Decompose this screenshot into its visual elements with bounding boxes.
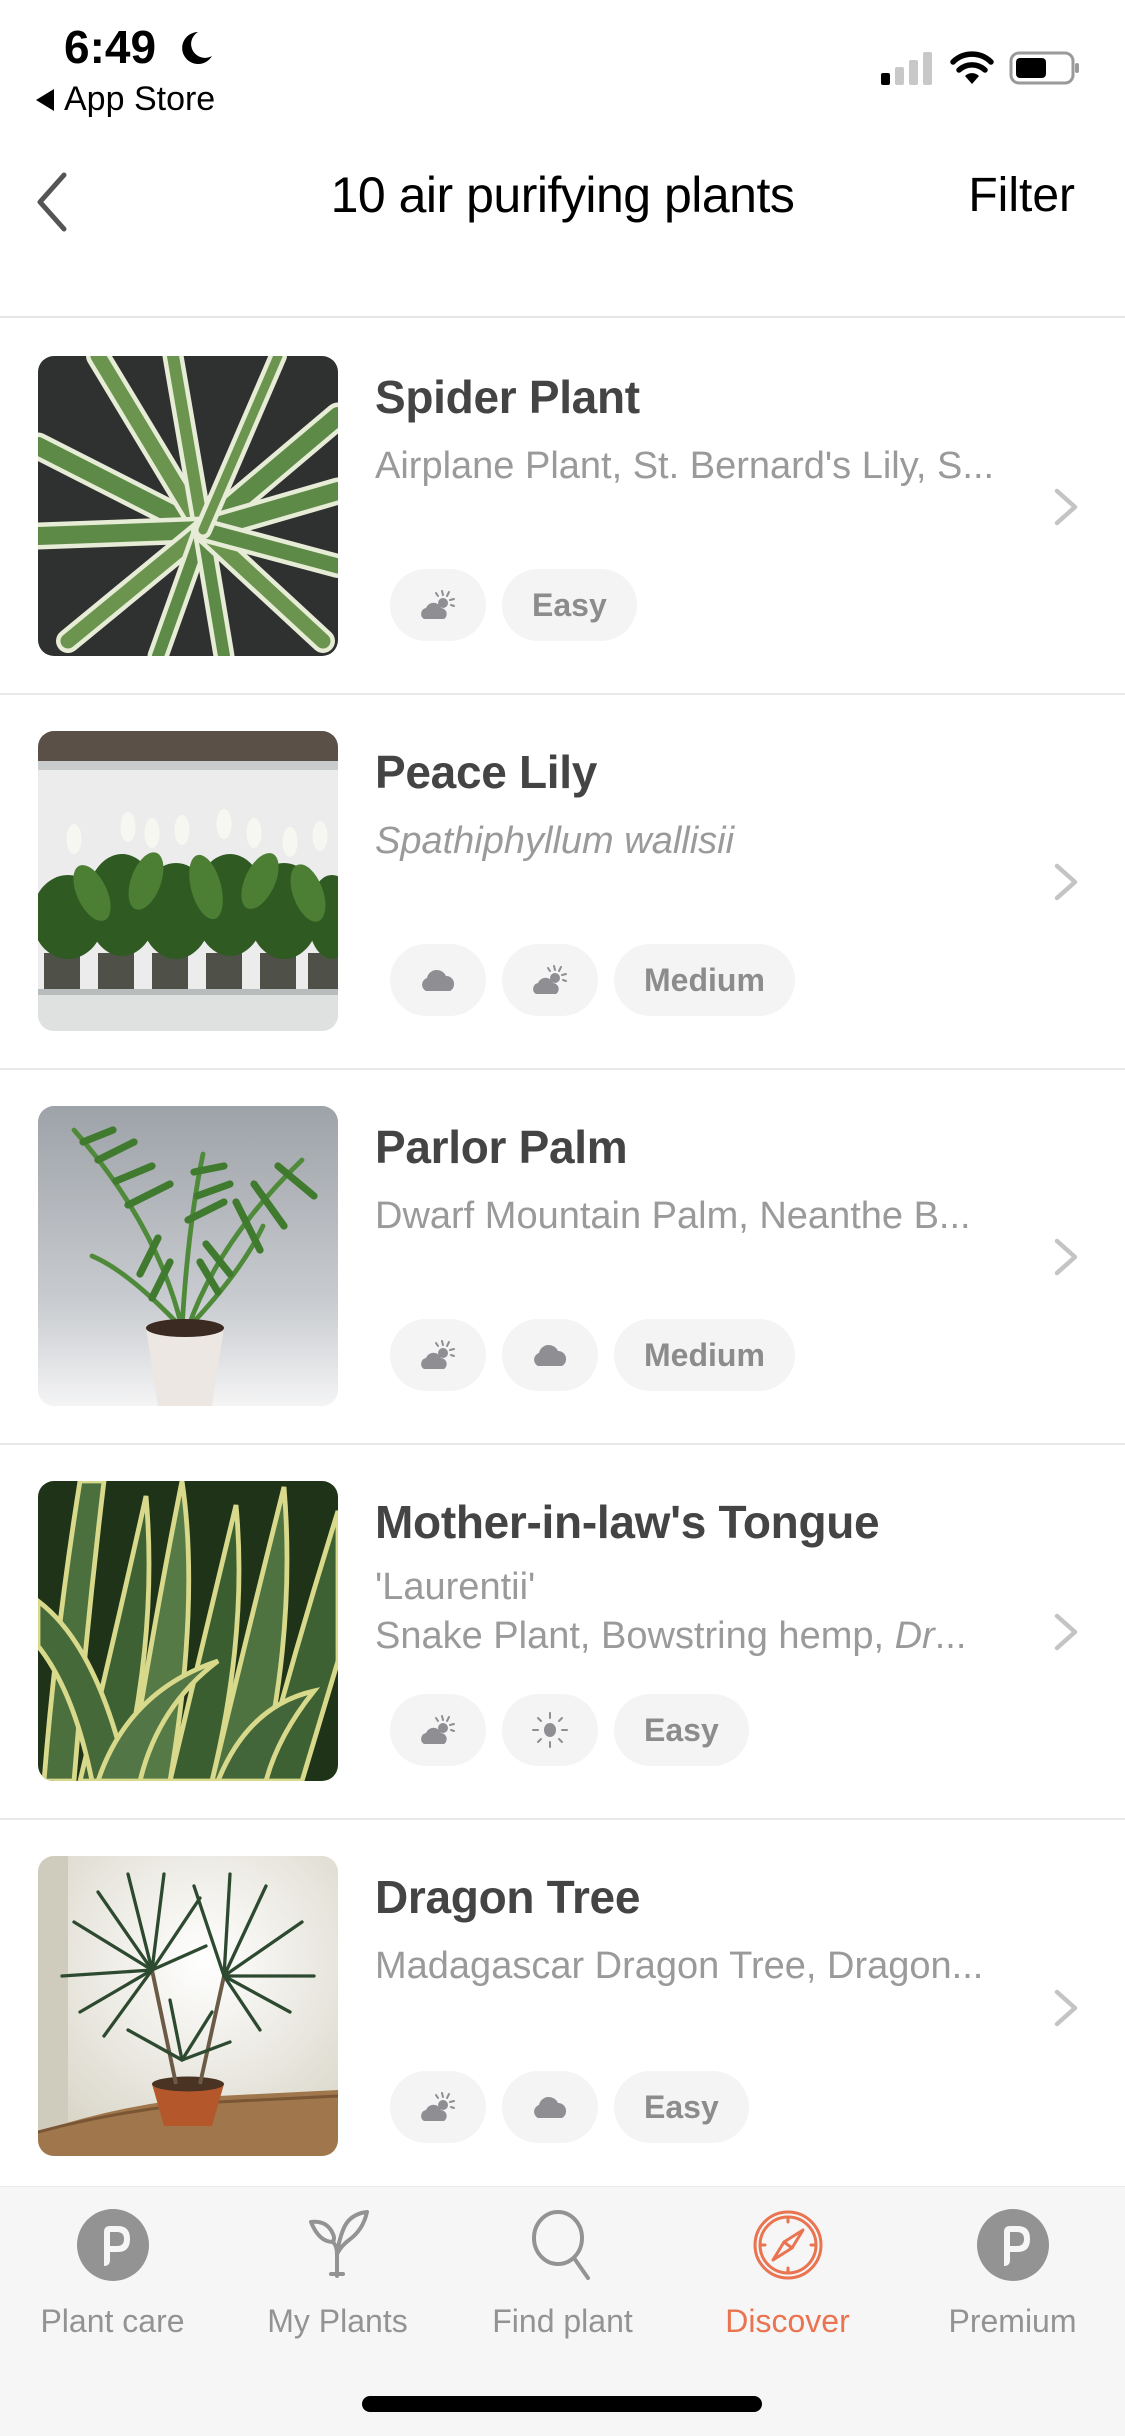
tab-label: Premium (948, 2303, 1077, 2339)
tab-label: Plant care (40, 2303, 185, 2339)
light-chip (502, 1694, 598, 1766)
tab-label: My Plants (267, 2303, 408, 2339)
back-to-app-store-link[interactable]: App Store (36, 80, 215, 119)
dragon-tree-image (38, 1856, 338, 2156)
plant-name: Mother-in-law's Tongue (375, 1496, 880, 1548)
plant-info: Dragon Tree Madagascar Dragon Tree, Drag… (375, 1870, 1015, 1990)
light-chip (502, 944, 598, 1016)
filter-button[interactable]: Filter (968, 168, 1075, 223)
cloud-icon (534, 2096, 567, 2118)
search-icon (531, 2210, 590, 2280)
spider-plant-image (38, 356, 338, 656)
plant-chips: Easy (390, 2071, 749, 2143)
light-chip (390, 569, 486, 641)
plant-subtitle: Dwarf Mountain Palm, Neanthe B... (375, 1195, 971, 1237)
tab-my-plants[interactable]: My Plants (225, 2205, 450, 2355)
plant-cultivar: 'Laurentii' (375, 1566, 536, 1608)
partly-sunny-icon (533, 965, 567, 994)
tab-premium[interactable]: Premium (900, 2205, 1125, 2355)
chevron-right-icon (1054, 1613, 1078, 1650)
navigation-bar: 10 air purifying plants Filter (0, 140, 1125, 318)
light-chip (502, 2071, 598, 2143)
home-indicator[interactable] (362, 2396, 762, 2412)
plant-name: Peace Lily (375, 746, 598, 798)
chevron-right-icon (1054, 1238, 1078, 1275)
sun-icon (532, 1712, 568, 1748)
tab-plant-care[interactable]: Plant care (0, 2205, 225, 2355)
plant-row-peace-lily[interactable]: Peace Lily Spathiphyllum wallisii Medium (0, 695, 1125, 1070)
plant-thumbnail (38, 1106, 338, 1406)
light-chip (390, 944, 486, 1016)
back-triangle-icon (36, 88, 54, 111)
page-title: 10 air purifying plants (330, 167, 795, 223)
tab-discover[interactable]: Discover (675, 2205, 900, 2355)
plant-subtitle: Snake Plant, Bowstring hemp, Dr... (375, 1611, 1015, 1661)
cloud-icon (422, 969, 455, 991)
difficulty-chip: Easy (502, 569, 637, 641)
plant-chips: Medium (390, 1319, 795, 1391)
plant-chips: Easy (390, 1694, 749, 1766)
tab-label: Find plant (492, 2303, 633, 2339)
plant-row-spider-plant[interactable]: Spider Plant Airplane Plant, St. Bernard… (0, 320, 1125, 695)
partly-sunny-icon (421, 590, 455, 619)
back-app-label: App Store (64, 80, 216, 118)
plant-info: Spider Plant Airplane Plant, St. Bernard… (375, 370, 1015, 490)
light-chip (390, 1319, 486, 1391)
moon-icon (182, 32, 212, 64)
tab-find-plant[interactable]: Find plant (450, 2205, 675, 2355)
plant-chips: Easy (390, 569, 637, 641)
plant-row-mother-in-laws-tongue[interactable]: Mother-in-law's Tongue 'Laurentii' Snake… (0, 1445, 1125, 1820)
difficulty-chip: Medium (614, 1319, 795, 1391)
planta-logo-icon (76, 2209, 149, 2281)
system-icons (881, 50, 1081, 86)
light-chip (502, 1319, 598, 1391)
subtitle-ellipsis: ... (934, 1615, 967, 1657)
light-chip (390, 1694, 486, 1766)
plant-thumbnail (38, 1856, 338, 2156)
subtitle-common-names: Snake Plant, Bowstring hemp, (375, 1615, 895, 1657)
plant-name: Dragon Tree (375, 1871, 641, 1923)
difficulty-chip: Medium (614, 944, 795, 1016)
light-chip (390, 2071, 486, 2143)
partly-sunny-icon (421, 2092, 455, 2121)
chevron-right-icon (1054, 1989, 1078, 2026)
chevron-right-icon (1054, 488, 1078, 525)
status-bar: 6:49 App Store (0, 0, 1125, 140)
plant-row-parlor-palm[interactable]: Parlor Palm Dwarf Mountain Palm, Neanthe… (0, 1070, 1125, 1445)
status-time: 6:49 (64, 21, 157, 73)
partly-sunny-icon (421, 1340, 455, 1369)
partly-sunny-icon (421, 1715, 455, 1744)
cellular-signal-icon (881, 52, 932, 85)
plant-info: Parlor Palm Dwarf Mountain Palm, Neanthe… (375, 1120, 1015, 1240)
plant-subtitle: Madagascar Dragon Tree, Dragon... (375, 1945, 984, 1987)
plant-scientific-name: Spathiphyllum wallisii (375, 820, 735, 862)
plant-name: Spider Plant (375, 371, 640, 423)
plant-name: Parlor Palm (375, 1121, 628, 1173)
planta-logo-icon (976, 2209, 1049, 2281)
peace-lily-image (38, 731, 338, 1031)
plant-info: Peace Lily Spathiphyllum wallisii (375, 745, 1015, 865)
cloud-icon (534, 1344, 567, 1366)
plant-thumbnail (38, 356, 338, 656)
plant-info: Mother-in-law's Tongue 'Laurentii' Snake… (375, 1495, 1015, 1661)
plant-thumbnail (38, 1481, 338, 1781)
compass-icon (753, 2210, 822, 2280)
sprout-icon (308, 2210, 369, 2278)
plant-thumbnail (38, 731, 338, 1031)
difficulty-chip: Easy (614, 1694, 749, 1766)
battery-icon (1009, 51, 1079, 85)
chevron-right-icon (1054, 863, 1078, 900)
tab-label: Discover (725, 2303, 850, 2339)
snake-plant-image (38, 1481, 338, 1781)
difficulty-chip: Easy (614, 2071, 749, 2143)
plant-chips: Medium (390, 944, 795, 1016)
plant-list: Spider Plant Airplane Plant, St. Bernard… (0, 320, 1125, 2195)
plant-subtitle: Airplane Plant, St. Bernard's Lily, S... (375, 445, 995, 487)
plant-row-dragon-tree[interactable]: Dragon Tree Madagascar Dragon Tree, Drag… (0, 1820, 1125, 2195)
wifi-icon (950, 51, 994, 84)
parlor-palm-image (38, 1106, 338, 1406)
subtitle-scientific-fragment: Dr (894, 1615, 935, 1657)
